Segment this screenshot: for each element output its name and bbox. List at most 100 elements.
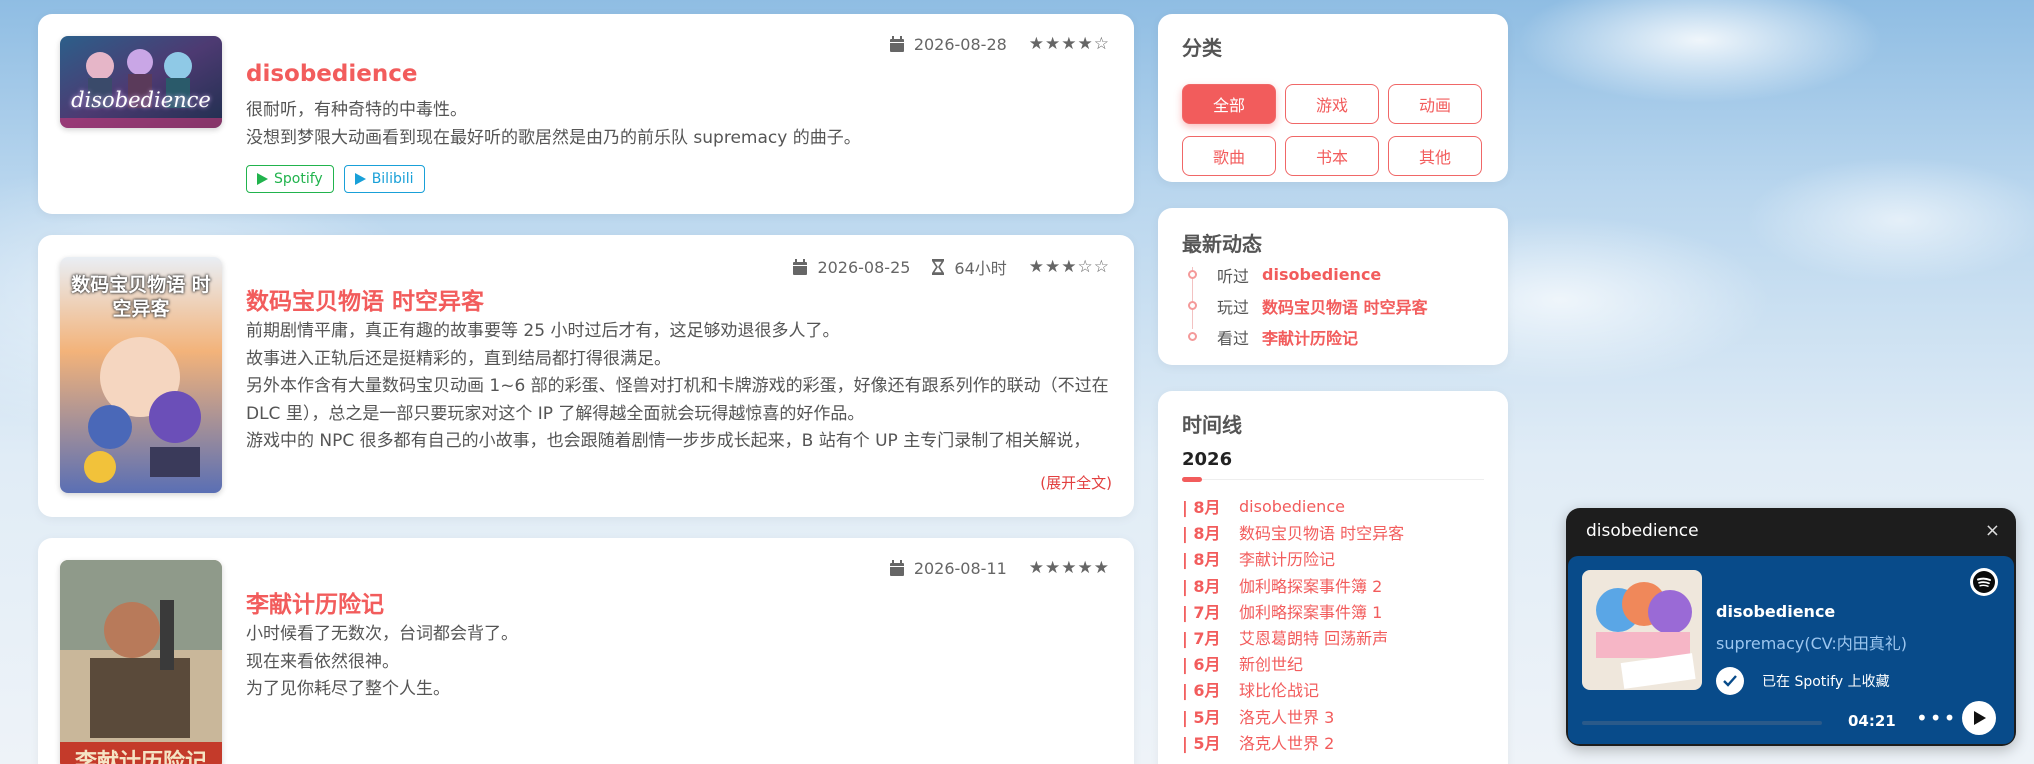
timeline-item[interactable]: | 6月 球比伦战记 <box>1182 676 1404 702</box>
activity-list: 听过 disobedience 玩过 数码宝贝物语 时空异客 看过 李献计历险记 <box>1182 259 1428 352</box>
post-card: 李献计历险记 2026-08-11 ★★★★★ 李献计历险记 小时候看了无数次，… <box>38 538 1134 764</box>
post-title[interactable]: 李献计历险记 <box>246 585 384 619</box>
post-body-line: 前期剧情平庸，真正有趣的故事要等 25 小时过后才有，这足够劝退很多人了。 <box>246 321 840 341</box>
post-card: 数码宝贝物语 时空异客 2026-08-25 64小时 ★★★☆☆ 数码宝贝物语… <box>38 235 1134 517</box>
activity-item[interactable]: 玩过 数码宝贝物语 时空异客 <box>1182 290 1428 321</box>
timeline-month: | 8月 <box>1182 576 1221 596</box>
timeline-item[interactable]: | 6月 新创世纪 <box>1182 650 1404 676</box>
categories-title: 分类 <box>1182 36 1222 60</box>
music-player-widget: disobedience × disobedience supremacy(CV… <box>1566 508 2016 746</box>
rating-stars: ★★★☆☆ <box>1028 257 1110 277</box>
post-body-line: 很耐听，有种奇特的中毒性。 <box>246 100 467 120</box>
timeline-item[interactable]: | 5月 洛克人世界 3 <box>1182 703 1404 729</box>
post-title[interactable]: 数码宝贝物语 时空异客 <box>246 282 484 316</box>
category-button-books[interactable]: 书本 <box>1285 136 1379 176</box>
post-cover-image[interactable]: 数码宝贝物语 时空异客 <box>60 257 222 493</box>
progress-bar[interactable] <box>1582 721 1822 725</box>
category-button-songs[interactable]: 歌曲 <box>1182 136 1276 176</box>
timeline-month: | 5月 <box>1182 733 1221 753</box>
calendar-icon <box>889 560 904 576</box>
post-date: 2026-08-25 <box>793 258 910 277</box>
close-icon[interactable]: × <box>1985 520 2000 541</box>
bilibili-link-label: Bilibili <box>371 171 414 187</box>
expand-full-text-link[interactable]: (展开全文) <box>1040 472 1112 493</box>
cover-title-text: 数码宝贝物语 时空异客 <box>71 274 211 320</box>
timeline-month: | 8月 <box>1182 524 1221 544</box>
timeline-dot <box>1188 332 1197 341</box>
post-cover-image[interactable]: disobedience <box>60 36 222 128</box>
post-body: 前期剧情平庸，真正有趣的故事要等 25 小时过后才有，这足够劝退很多人了。 故事… <box>246 318 1112 456</box>
play-icon <box>257 173 268 185</box>
track-title[interactable]: disobedience <box>1716 602 1835 621</box>
timeline-item-name[interactable]: disobedience <box>1239 497 1345 516</box>
saved-status[interactable]: 已在 Spotify 上收藏 <box>1716 667 1890 695</box>
timeline-item-name[interactable]: 伽利略探案事件簿 2 <box>1239 573 1382 597</box>
timeline-item[interactable]: | 8月 disobedience <box>1182 493 1404 519</box>
post-duration: 64小时 <box>932 255 1007 279</box>
timeline-item-name[interactable]: 洛克人世界 2 <box>1239 730 1334 754</box>
timeline-month: | 6月 <box>1182 681 1221 701</box>
post-card: disobedience 2026-08-28 ★★★★☆ disobedien… <box>38 14 1134 214</box>
play-icon <box>354 173 366 185</box>
activity-item-name[interactable]: 李献计历险记 <box>1262 325 1358 349</box>
category-button-all[interactable]: 全部 <box>1182 84 1276 124</box>
activity-item[interactable]: 看过 李献计历险记 <box>1182 321 1428 352</box>
post-duration-text: 64小时 <box>954 259 1007 278</box>
post-date-text: 2026-08-28 <box>913 34 1007 54</box>
timeline-month: | 8月 <box>1182 550 1221 570</box>
activity-verb: 看过 <box>1217 328 1250 348</box>
post-links: Spotify Bilibili <box>246 165 425 193</box>
timeline-item[interactable]: | 8月 李献计历险记 <box>1182 545 1404 571</box>
post-body-line: 故事进入正轨后还是挺精彩的，直到结局都打得很满足。 <box>246 348 671 369</box>
category-button-games[interactable]: 游戏 <box>1285 84 1379 124</box>
timeline-item[interactable]: | 8月 伽利略探案事件簿 2 <box>1182 572 1404 598</box>
post-date: 2026-08-11 <box>889 558 1007 578</box>
timeline-year: 2026 <box>1182 449 1233 470</box>
album-cover[interactable] <box>1582 570 1702 690</box>
player-header-title: disobedience <box>1586 520 1699 541</box>
more-options-icon[interactable]: ••• <box>1916 706 1957 730</box>
track-artist[interactable]: supremacy(CV:内田真礼) <box>1716 630 1907 654</box>
calendar-icon <box>793 259 808 275</box>
post-meta: 2026-08-28 ★★★★☆ <box>889 34 1110 54</box>
play-button[interactable] <box>1962 701 1996 735</box>
timeline-item-name[interactable]: 洛克人世界 3 <box>1239 704 1334 728</box>
timeline-month: | 7月 <box>1182 629 1221 649</box>
timeline-item-name[interactable]: 伽利略探案事件簿 1 <box>1239 599 1382 623</box>
timeline-item-name[interactable]: 新创世纪 <box>1239 651 1303 675</box>
timeline-item[interactable]: | 7月 伽利略探案事件簿 1 <box>1182 598 1404 624</box>
timeline-item[interactable]: | 8月 数码宝贝物语 时空异客 <box>1182 519 1404 545</box>
timeline-item-name[interactable]: 数码宝贝物语 时空异客 <box>1239 520 1404 544</box>
play-icon <box>1974 711 1986 725</box>
timeline-item[interactable]: | 7月 艾恩葛朗特 回荡新声 <box>1182 624 1404 650</box>
post-body-line: 另外本作含有大量数码宝贝动画 1~6 部的彩蛋、怪兽对打机和卡牌游戏的彩蛋，好像… <box>246 376 1109 424</box>
category-button-other[interactable]: 其他 <box>1388 136 1482 176</box>
timeline-item-name[interactable]: 李献计历险记 <box>1239 546 1335 570</box>
post-body-line: 小时候看了无数次，台词都会背了。 <box>246 624 518 644</box>
activity-item-name[interactable]: disobedience <box>1262 265 1381 284</box>
activity-item-name[interactable]: 数码宝贝物语 时空异客 <box>1262 294 1428 318</box>
post-body: 很耐听，有种奇特的中毒性。 没想到梦限大动画看到现在最好听的歌居然是由乃的前乐队… <box>246 97 1112 152</box>
timeline-item-name[interactable]: 球比伦战记 <box>1239 677 1319 701</box>
post-date-text: 2026-08-11 <box>913 558 1007 578</box>
timeline-month: | 8月 <box>1182 498 1221 518</box>
post-title[interactable]: disobedience <box>246 61 417 87</box>
post-date-text: 2026-08-25 <box>817 257 911 277</box>
timeline-item-name[interactable]: 艾恩葛朗特 回荡新声 <box>1239 625 1388 649</box>
activity-item[interactable]: 听过 disobedience <box>1182 259 1428 290</box>
spotify-link[interactable]: Spotify <box>246 165 334 193</box>
post-cover-image[interactable]: 李献计历险记 <box>60 560 222 764</box>
calendar-icon <box>889 36 904 52</box>
post-date: 2026-08-28 <box>889 34 1007 54</box>
hourglass-icon <box>932 259 945 275</box>
spotify-link-label: Spotify <box>274 171 323 187</box>
spotify-logo-icon[interactable] <box>1970 568 1998 596</box>
timeline-month: | 6月 <box>1182 655 1221 675</box>
timeline-dot <box>1188 270 1197 279</box>
spotify-embed: disobedience supremacy(CV:内田真礼) 已在 Spoti… <box>1568 556 2014 744</box>
timeline-month: | 5月 <box>1182 707 1221 727</box>
track-time: 04:21 <box>1848 712 1896 730</box>
bilibili-link[interactable]: Bilibili <box>343 165 425 193</box>
timeline-item[interactable]: | 5月 洛克人世界 2 <box>1182 729 1404 755</box>
category-button-anime[interactable]: 动画 <box>1388 84 1482 124</box>
